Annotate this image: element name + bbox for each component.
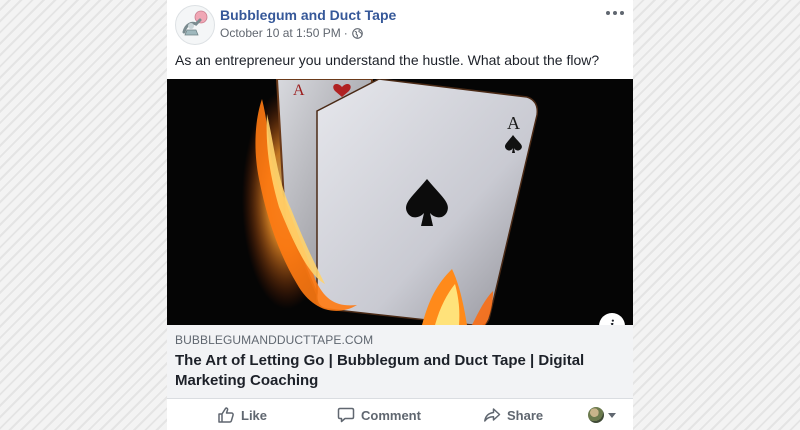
burning-aces-image: A A [167,79,633,325]
more-options-icon[interactable] [603,4,627,22]
comment-icon [337,407,355,423]
post-meta: October 10 at 1:50 PM · [220,26,363,40]
post-timestamp[interactable]: October 10 at 1:50 PM [220,26,341,40]
post-text: As an entrepreneur you understand the hu… [175,52,600,68]
meta-separator: · [343,26,348,40]
link-domain: BUBBLEGUMANDDUCTTAPE.COM [175,333,374,347]
page-avatar[interactable] [175,5,215,45]
front-card-rank: A [507,113,520,133]
comment-button[interactable]: Comment [337,405,421,425]
link-preview-image[interactable]: A A [167,79,633,325]
post-as-selector[interactable] [588,407,616,423]
bubblegum-logo-icon [182,10,208,36]
page-name-link[interactable]: Bubblegum and Duct Tape [220,7,396,23]
globe-icon[interactable] [351,27,363,39]
post-card: Bubblegum and Duct Tape October 10 at 1:… [167,0,633,430]
share-button[interactable]: Share [483,405,543,425]
thumbs-up-icon [218,407,234,423]
back-card-rank: A [293,82,305,99]
chevron-down-icon [608,412,616,418]
share-label: Share [507,407,544,423]
link-title[interactable]: The Art of Letting Go | Bubblegum and Du… [175,351,615,391]
post-actions-bar: Like Comment Share [167,399,633,430]
user-avatar-icon [588,407,604,423]
like-label: Like [241,407,268,423]
like-button[interactable]: Like [217,405,267,425]
post-header: Bubblegum and Duct Tape October 10 at 1:… [167,0,633,50]
link-preview[interactable]: BUBBLEGUMANDDUCTTAPE.COM The Art of Lett… [167,325,633,399]
comment-label: Comment [361,407,421,423]
share-arrow-icon [484,408,501,422]
